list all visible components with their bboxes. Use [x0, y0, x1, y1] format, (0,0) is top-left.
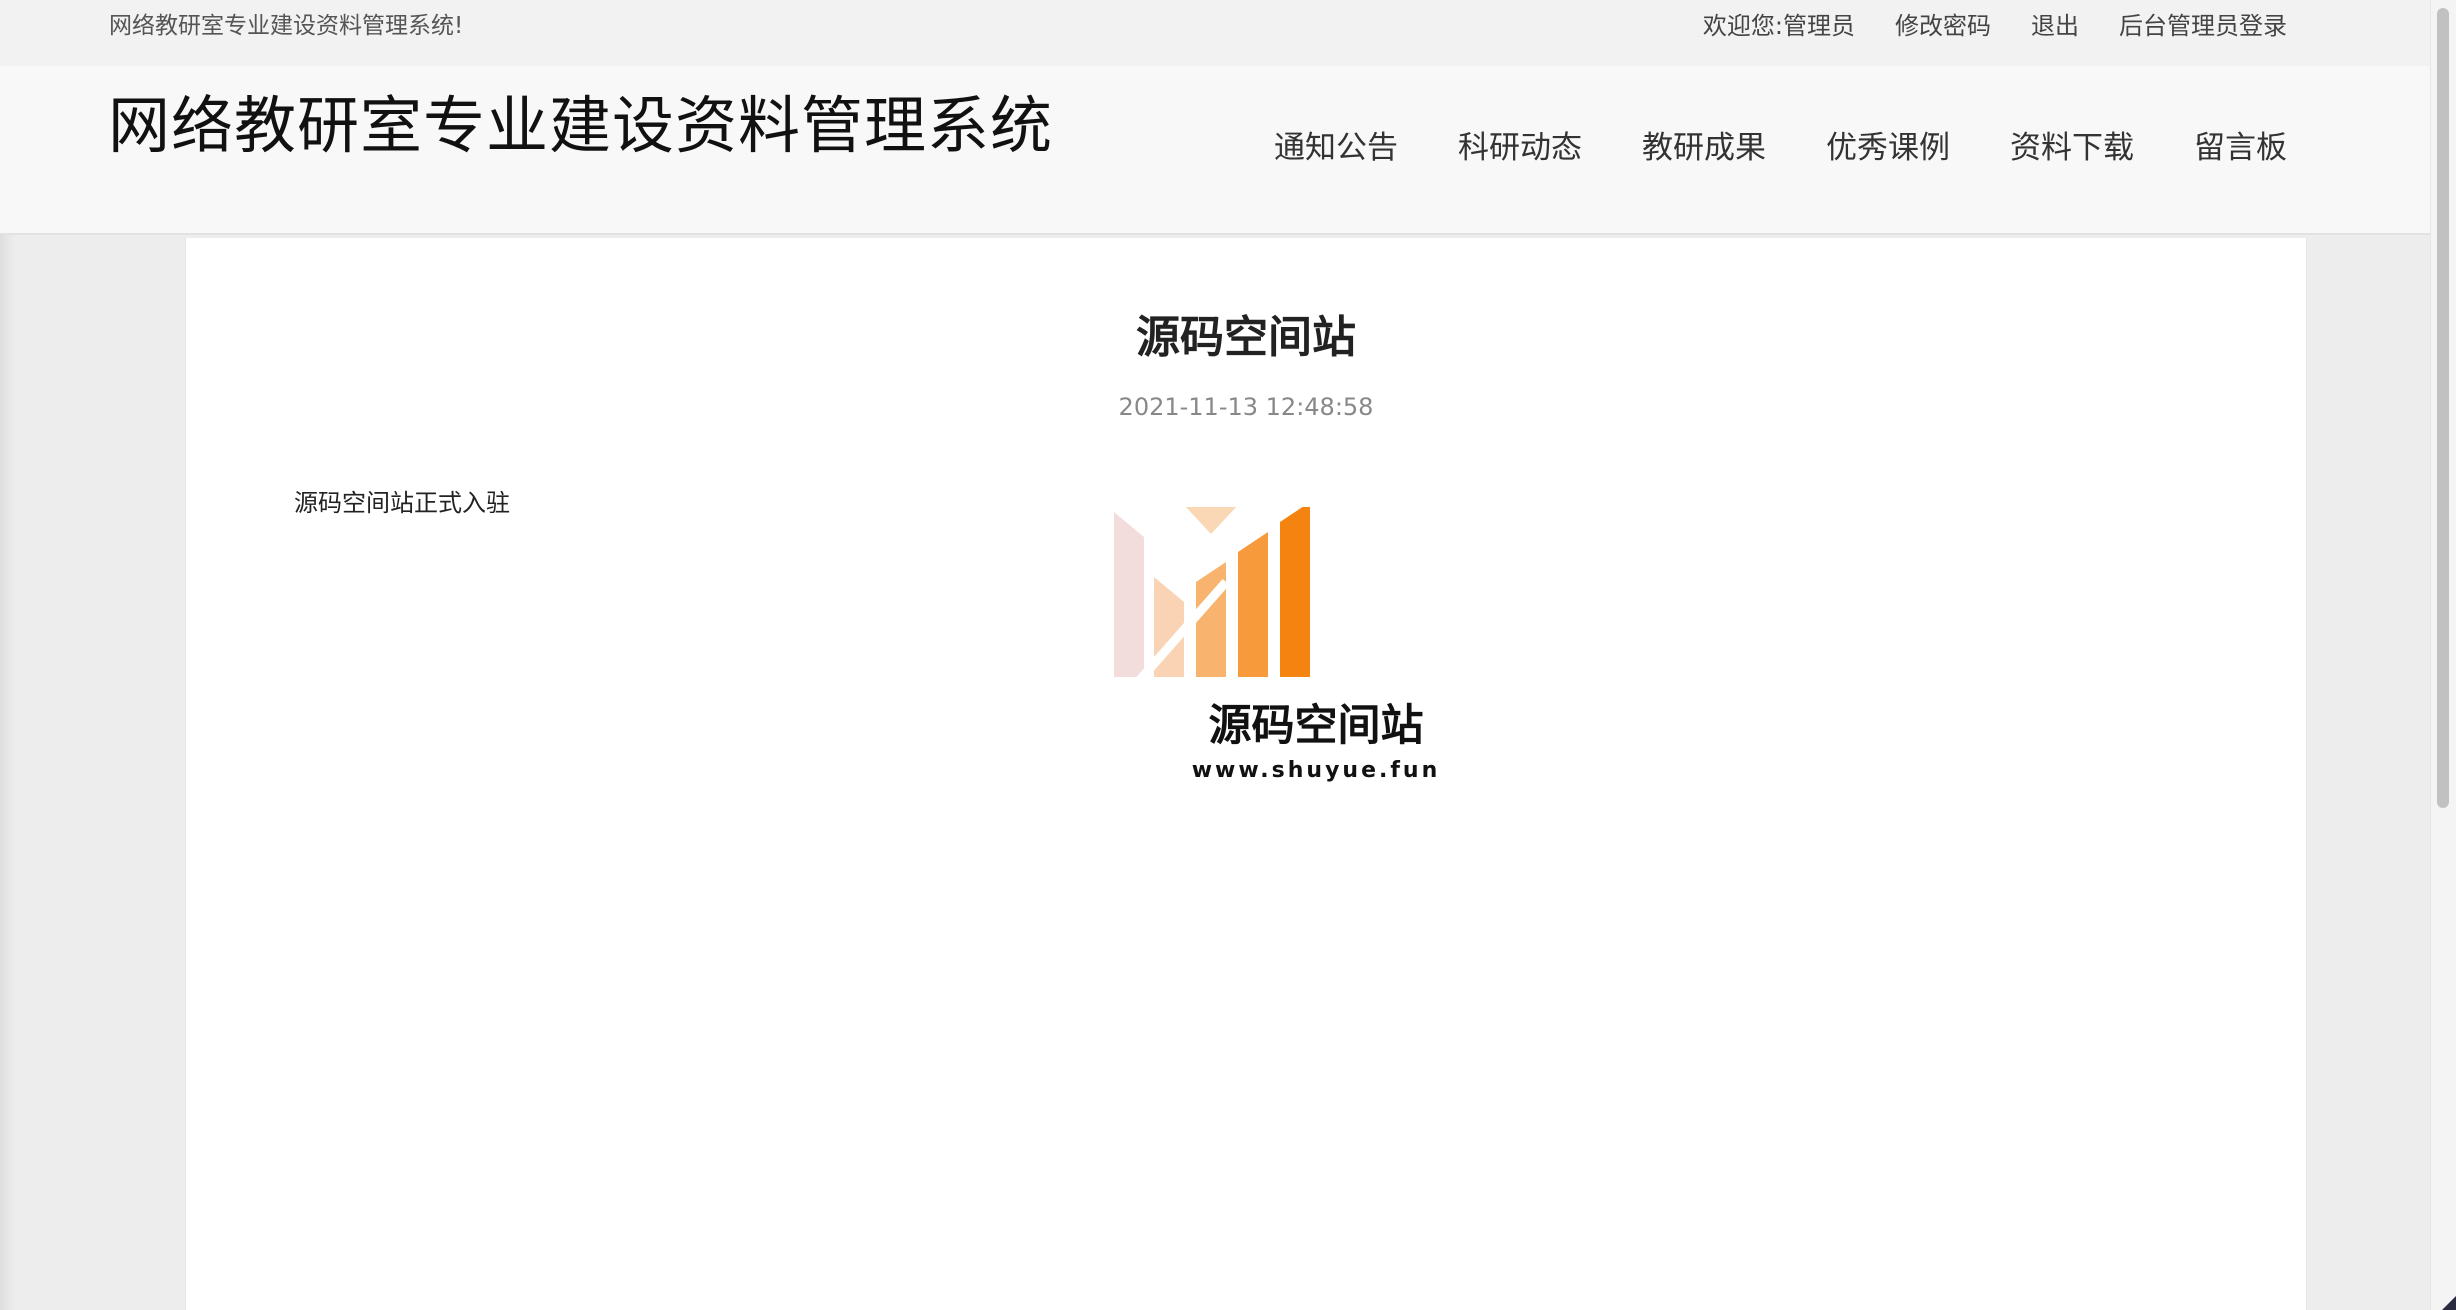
- scrollbar-thumb[interactable]: [2437, 8, 2449, 808]
- nav-item-research-news[interactable]: 科研动态: [1458, 128, 1582, 168]
- logo-name-text: 源码空间站: [1208, 701, 1424, 751]
- greeting-label: 欢迎您:: [1702, 12, 1783, 40]
- main-nav: 通知公告 科研动态 教研成果 优秀课例 资料下载 留言板: [1274, 128, 2287, 168]
- logo-triangle: [1185, 507, 1237, 534]
- logo-bar-1: [1114, 512, 1144, 677]
- site-title[interactable]: 网络教研室专业建设资料管理系统: [108, 88, 1053, 164]
- nav-item-excellent-lessons[interactable]: 优秀课例: [1826, 128, 1950, 168]
- nav-item-message-board[interactable]: 留言板: [2194, 128, 2287, 168]
- article-logo-image: 源码空间站 www.shuyue.fun: [1111, 507, 1521, 807]
- username-link[interactable]: 管理员: [1783, 11, 1855, 41]
- logo-url-text: www.shuyue.fun: [1191, 758, 1441, 783]
- site-header: 网络教研室专业建设资料管理系统 通知公告 科研动态 教研成果 优秀课例 资料下载…: [0, 66, 2430, 235]
- article-panel: 源码空间站 2021-11-13 12:48:58 源码空间站正式入驻 源码空间…: [185, 238, 2307, 1310]
- article-date: 2021-11-13 12:48:58: [1118, 393, 1374, 421]
- nav-item-downloads[interactable]: 资料下载: [2010, 128, 2134, 168]
- admin-login-link[interactable]: 后台管理员登录: [2119, 11, 2287, 41]
- logo-bar-5: [1280, 507, 1310, 677]
- welcome-message: 网络教研室专业建设资料管理系统!: [109, 13, 464, 39]
- article-title: 源码空间站: [1136, 312, 1356, 363]
- article-body-text: 源码空间站正式入驻: [294, 489, 510, 517]
- nav-item-teaching-results[interactable]: 教研成果: [1642, 128, 1766, 168]
- logout-link[interactable]: 退出: [2031, 11, 2079, 41]
- nav-item-notices[interactable]: 通知公告: [1274, 128, 1398, 168]
- change-password-link[interactable]: 修改密码: [1895, 11, 1991, 41]
- logo-bar-4: [1238, 532, 1268, 677]
- user-links: 欢迎您: 管理员 修改密码 退出 后台管理员登录: [1703, 11, 2287, 41]
- top-bar: 网络教研室专业建设资料管理系统! 欢迎您: 管理员 修改密码 退出 后台管理员登…: [0, 0, 2430, 67]
- logo-bar-3: [1196, 562, 1226, 677]
